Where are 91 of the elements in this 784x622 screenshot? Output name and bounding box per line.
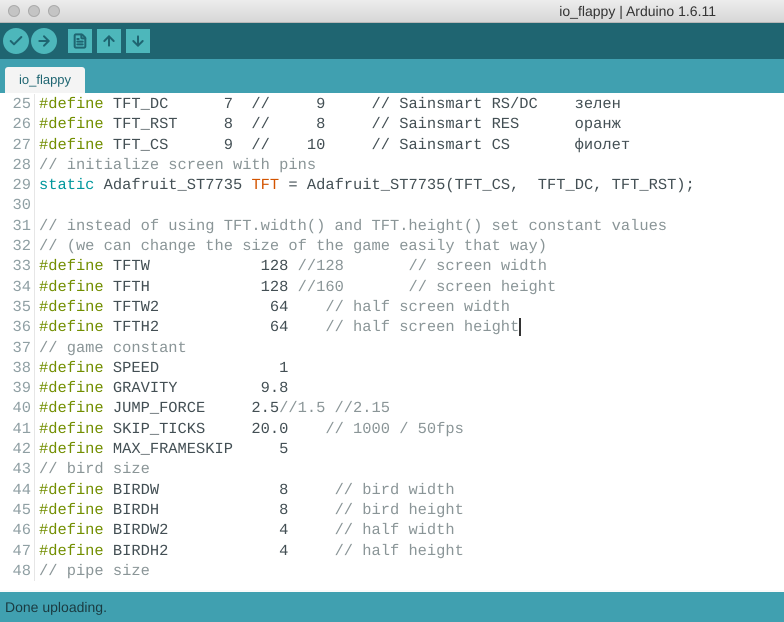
- text-cursor: [519, 318, 522, 336]
- line-number: 48: [0, 560, 35, 582]
- line-number: 32: [0, 236, 35, 256]
- code-text: #define: [39, 540, 104, 561]
- line-number: 25: [0, 94, 35, 114]
- verify-button[interactable]: [3, 28, 29, 54]
- code-text: #define: [39, 114, 104, 135]
- save-button[interactable]: [126, 29, 150, 53]
- code-text: TFTW2 64: [112, 296, 290, 318]
- code-text: #define: [39, 500, 104, 520]
- window-control[interactable]: [28, 5, 40, 17]
- code-text: // bird size: [39, 459, 150, 480]
- document-icon: [72, 33, 88, 49]
- code-text: #define: [39, 520, 104, 541]
- code-text: #define: [39, 418, 104, 440]
- code-text: BIRDH 8: [112, 500, 290, 520]
- code-text: // (we can change the size of the game easily that way): [39, 236, 547, 256]
- code-text: TFT_DC 7 // 9 // Sainsmart RS/DC зелен: [112, 94, 621, 114]
- code-text: BIRDW 8: [112, 480, 290, 500]
- line-number: 38: [0, 358, 35, 378]
- code-text: #define: [39, 134, 104, 155]
- code-text: TFT_CS 9 // 10 // Sainsmart CS фиолет: [112, 134, 630, 155]
- code-text: #define: [39, 378, 104, 398]
- line-number: 39: [0, 378, 35, 398]
- window-control[interactable]: [8, 5, 20, 17]
- code-text: // initialize screen with pins: [39, 154, 316, 176]
- upload-button[interactable]: [31, 28, 57, 54]
- code-text: TFTH 128: [112, 276, 290, 297]
- code-text: TFTW 128: [112, 256, 290, 277]
- code-text: static: [39, 175, 94, 196]
- open-button[interactable]: [97, 29, 121, 53]
- line-number: 44: [0, 480, 35, 500]
- code-text: Adafruit_ST7735: [102, 175, 244, 196]
- code-text: = Adafruit_ST7735(TFT_CS, TFT_DC, TFT_RST);: [287, 175, 695, 196]
- line-number: 26: [0, 114, 35, 135]
- code-text: TFTH2 64: [112, 317, 290, 338]
- code-text: // bird height: [334, 500, 464, 520]
- code-text: SKIP_TICKS 20.0: [112, 418, 290, 440]
- code-text: #define: [39, 317, 104, 338]
- code-text: // pipe size: [39, 560, 150, 582]
- line-number: 46: [0, 520, 35, 541]
- line-number: 43: [0, 459, 35, 480]
- code-text: // 1000 / 50fps: [325, 418, 464, 440]
- code-text: GRAVITY 9.8: [112, 378, 288, 398]
- code-text: // game constant: [39, 338, 187, 358]
- code-text: MAX_FRAMESKIP 5: [112, 439, 288, 460]
- code-text: #define: [39, 480, 104, 500]
- window-title: io_flappy | Arduino 1.6.11: [559, 2, 716, 21]
- line-number: 28: [0, 154, 35, 176]
- line-number: 47: [0, 540, 35, 561]
- line-number: 40: [0, 398, 35, 419]
- code-text: #define: [39, 94, 104, 114]
- code-text: BIRDH2 4: [112, 540, 290, 561]
- line-number: 37: [0, 338, 35, 358]
- line-number: 27: [0, 134, 35, 155]
- line-number: 33: [0, 256, 35, 277]
- code-text: JUMP_FORCE 2.5: [112, 398, 280, 419]
- code-text: TFT_RST 8 // 8 // Sainsmart RES оранж: [112, 114, 621, 135]
- tab[interactable]: io_flappy: [5, 67, 86, 93]
- new-button[interactable]: [68, 29, 92, 53]
- line-number: 31: [0, 216, 35, 236]
- line-number: 30: [0, 195, 35, 216]
- code-text: BIRDW2 4: [112, 520, 290, 541]
- line-number: 34: [0, 276, 35, 297]
- code-text: #define: [39, 398, 104, 419]
- code-text: //160 // screen height: [298, 276, 556, 297]
- line-number: 36: [0, 317, 35, 338]
- code-text: //1.5 //2.15: [279, 398, 390, 419]
- code-text: #define: [39, 276, 104, 297]
- code-text: // half height: [334, 540, 464, 561]
- arrow-down-icon: [130, 33, 146, 49]
- code-text: // half screen height: [325, 317, 520, 338]
- code-text: // half width: [334, 520, 455, 541]
- code-text: #define: [39, 296, 104, 318]
- code-text: #define: [39, 439, 104, 460]
- window-control[interactable]: [48, 5, 60, 17]
- arrow-right-icon: [36, 33, 52, 49]
- line-number: 45: [0, 500, 35, 520]
- line-number: 29: [0, 175, 35, 196]
- code-text: TFT: [251, 175, 280, 196]
- code-text: // half screen width: [325, 296, 510, 318]
- code-text: //128 // screen width: [298, 256, 547, 277]
- code-text: // bird width: [334, 480, 455, 500]
- line-number: 41: [0, 418, 35, 440]
- line-number: 42: [0, 439, 35, 460]
- line-number: 35: [0, 296, 35, 318]
- code-text: SPEED 1: [112, 358, 288, 378]
- code-text: #define: [39, 256, 104, 277]
- code-text: #define: [39, 358, 104, 378]
- code-text: // instead of using TFT.width() and TFT.height() set constant values: [39, 216, 668, 236]
- status-message: Done uploading.: [5, 598, 107, 617]
